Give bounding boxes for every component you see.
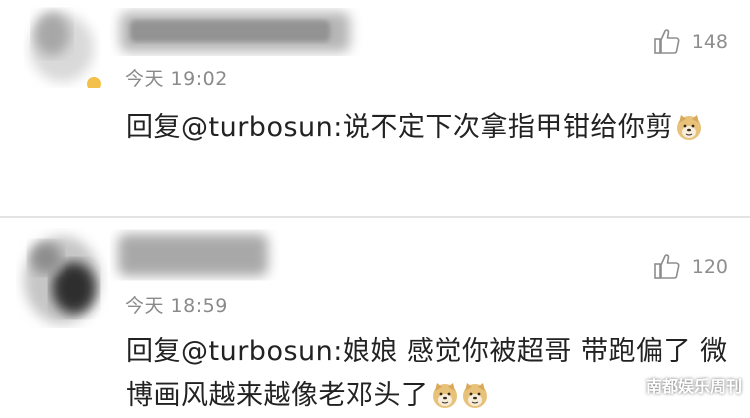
doge-emoji bbox=[432, 382, 457, 409]
like-button[interactable]: 148 bbox=[652, 27, 728, 57]
comment-item: 今天 19:02 148 回复@turbosun:说不定下次拿指甲钳给你剪 bbox=[0, 0, 750, 218]
comment-timestamp: 今天 19:02 bbox=[125, 68, 228, 90]
thumbs-up-icon bbox=[653, 254, 680, 279]
like-count: 148 bbox=[691, 31, 728, 53]
watermark: 南都娱乐周刊 bbox=[620, 373, 742, 397]
avatar[interactable] bbox=[16, 228, 108, 328]
blurred-avatar-image bbox=[30, 12, 101, 91]
blurred-username[interactable] bbox=[110, 222, 280, 286]
thumbs-up-icon bbox=[653, 29, 680, 54]
reply-prefix: 回复 bbox=[126, 112, 181, 143]
comment-body: :说不定下次拿指甲钳给你剪 bbox=[333, 112, 673, 143]
like-button[interactable]: 120 bbox=[652, 252, 728, 282]
doge-emoji bbox=[462, 382, 487, 409]
blurred-avatar-image bbox=[24, 236, 100, 324]
comment-text: 回复@turbosun:说不定下次拿指甲钳给你剪 bbox=[126, 106, 736, 150]
verified-badge-icon bbox=[87, 77, 101, 91]
avatar[interactable] bbox=[20, 4, 104, 91]
watermark-text: 南都娱乐周刊 bbox=[645, 377, 742, 396]
like-count: 120 bbox=[691, 256, 728, 278]
mention-link[interactable]: @turbosun bbox=[181, 336, 333, 367]
doge-emoji bbox=[676, 114, 702, 141]
blurred-username[interactable] bbox=[110, 2, 370, 62]
reply-prefix: 回复 bbox=[126, 336, 181, 367]
mention-link[interactable]: @turbosun bbox=[181, 112, 333, 143]
comment-timestamp: 今天 18:59 bbox=[125, 295, 228, 317]
wechat-icon bbox=[620, 376, 641, 394]
